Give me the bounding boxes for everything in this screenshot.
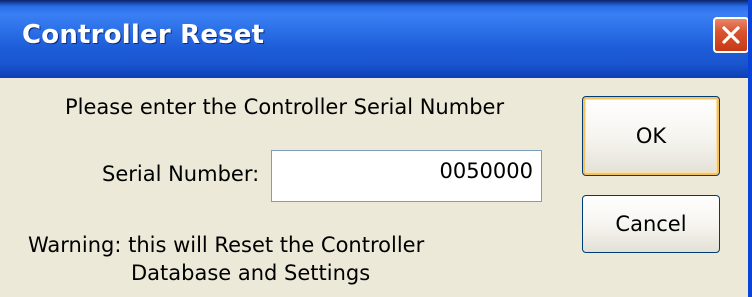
serial-number-input[interactable] xyxy=(271,150,542,202)
instruction-text: Please enter the Controller Serial Numbe… xyxy=(65,95,505,119)
close-icon xyxy=(720,24,742,46)
serial-number-label: Serial Number: xyxy=(102,162,260,186)
close-button[interactable] xyxy=(713,17,748,53)
warning-text-line1: Warning: this will Reset the Controller xyxy=(28,233,425,257)
title-bar[interactable]: Controller Reset xyxy=(0,0,748,78)
ok-button[interactable]: OK xyxy=(582,96,720,176)
warning-text-line2: Database and Settings xyxy=(131,261,371,285)
window-title: Controller Reset xyxy=(22,20,265,50)
cancel-button[interactable]: Cancel xyxy=(582,195,720,253)
controller-reset-dialog: Controller Reset Please enter the Contro… xyxy=(0,0,752,297)
